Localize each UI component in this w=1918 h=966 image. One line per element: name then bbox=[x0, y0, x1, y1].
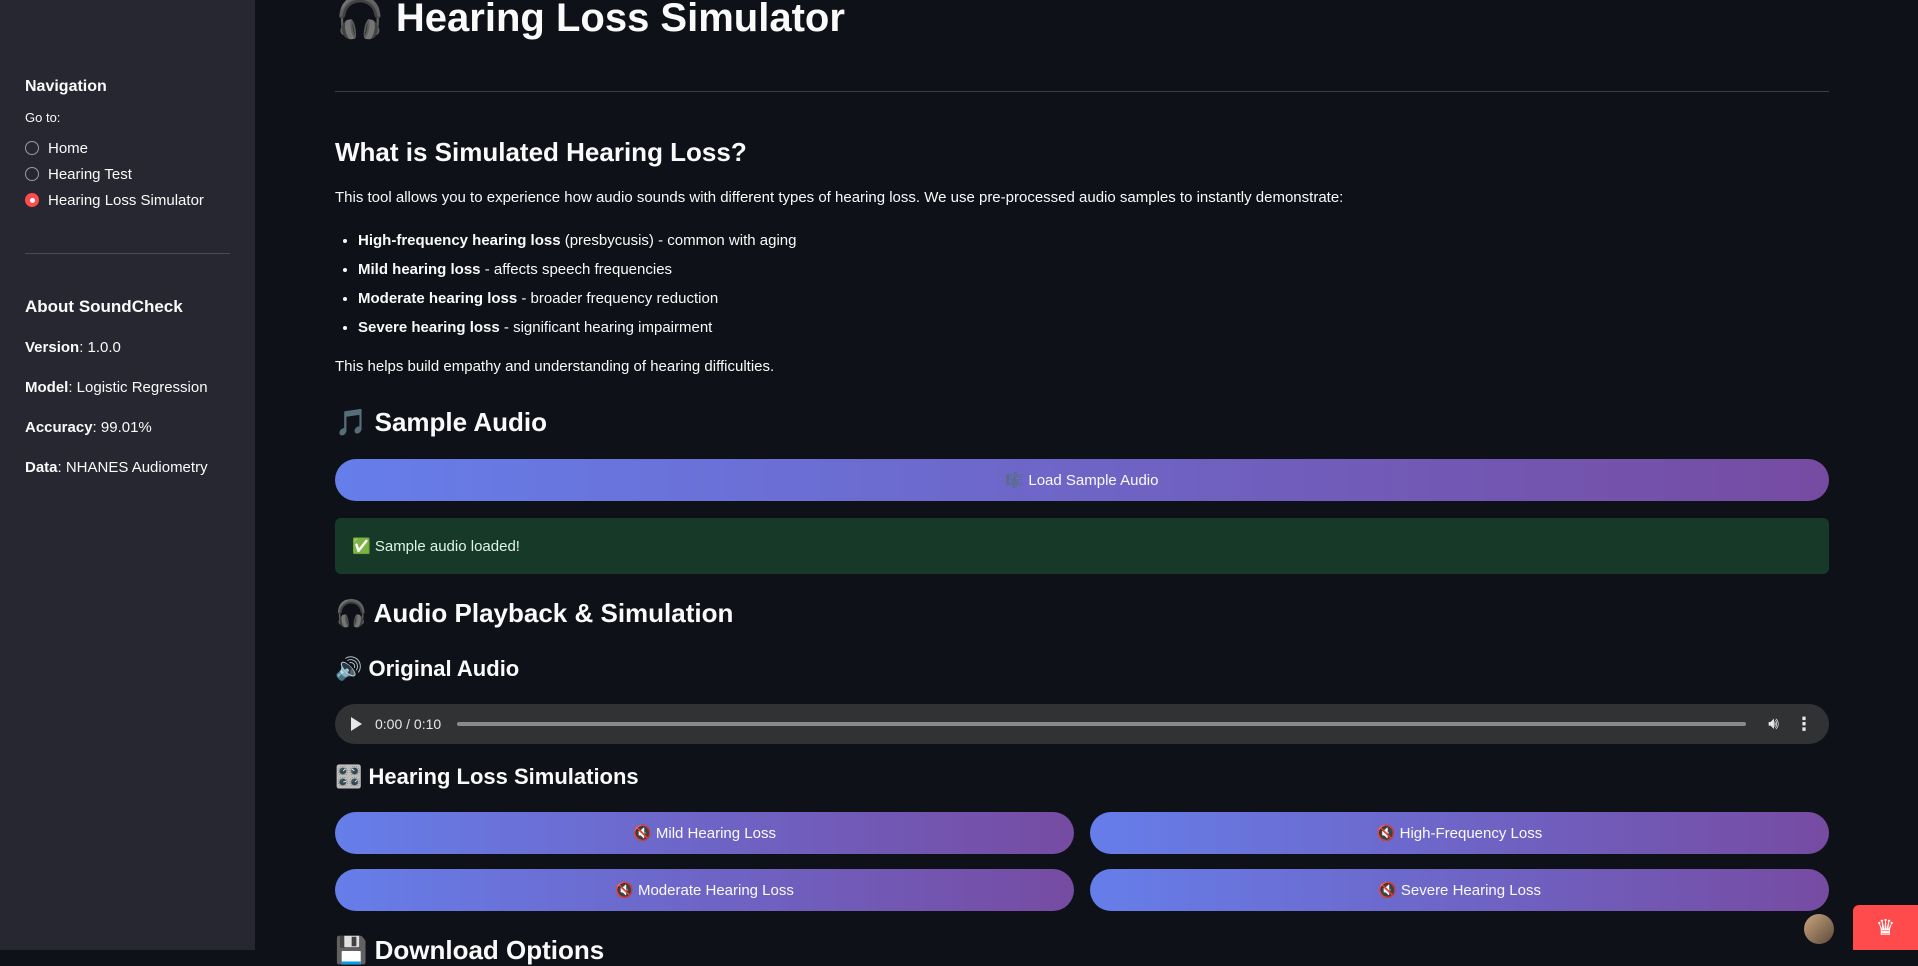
audio-player[interactable]: 0:00 / 0:10 🔊︎ ⋮ bbox=[335, 704, 1829, 744]
severe-hearing-loss-button[interactable]: 🔇 Severe Hearing Loss bbox=[1090, 869, 1829, 911]
sidebar: Navigation Go to: Home Hearing Test Hear… bbox=[0, 0, 255, 950]
page-title: 🎧 Hearing Loss Simulator bbox=[335, 0, 845, 40]
list-item: High-frequency hearing loss (presbycusis… bbox=[358, 228, 796, 257]
nav-option-hearing-test[interactable]: Hearing Test bbox=[25, 161, 230, 187]
original-audio-heading: 🔊 Original Audio bbox=[335, 656, 520, 681]
nav-radio-group: Home Hearing Test Hearing Loss Simulator bbox=[25, 135, 230, 213]
about-value: : 1.0.0 bbox=[79, 339, 121, 356]
empathy-text: This helps build empathy and understandi… bbox=[335, 358, 775, 375]
progress-track[interactable] bbox=[457, 722, 1747, 726]
bullet-text: - affects speech frequencies bbox=[480, 261, 673, 278]
radio-selected-icon[interactable] bbox=[25, 193, 39, 207]
bullet-text: - broader frequency reduction bbox=[517, 290, 719, 307]
list-item: Severe hearing loss - significant hearin… bbox=[358, 315, 796, 344]
list-item: Mild hearing loss - affects speech frequ… bbox=[358, 257, 796, 286]
nav-option-label: Home bbox=[48, 139, 89, 157]
about-accuracy: Accuracy: 99.01% bbox=[25, 419, 230, 436]
nav-option-label: Hearing Test bbox=[48, 165, 132, 183]
intro-text: This tool allows you to experience how a… bbox=[335, 189, 1344, 206]
sidebar-divider bbox=[25, 253, 230, 254]
simulations-heading: 🎛️ Hearing Loss Simulations bbox=[335, 764, 639, 789]
radio-unselected-icon[interactable] bbox=[25, 141, 39, 155]
mild-hearing-loss-button[interactable]: 🔇 Mild Hearing Loss bbox=[335, 812, 1074, 854]
download-heading: 💾 Download Options bbox=[335, 935, 605, 965]
player-time: 0:00 / 0:10 bbox=[375, 716, 442, 732]
about-heading: About SoundCheck bbox=[25, 297, 183, 316]
high-frequency-loss-button[interactable]: 🔇 High-Frequency Loss bbox=[1090, 812, 1829, 854]
crown-icon[interactable]: ♛ bbox=[1853, 905, 1918, 950]
title-divider bbox=[335, 91, 1829, 92]
success-alert: ✅ Sample audio loaded! bbox=[335, 518, 1829, 574]
about-version: Version: 1.0.0 bbox=[25, 339, 230, 356]
about-label: Model bbox=[25, 379, 69, 396]
avatar[interactable] bbox=[1804, 914, 1834, 944]
nav-option-hearing-loss-simulator[interactable]: Hearing Loss Simulator bbox=[25, 187, 230, 213]
list-item: Moderate hearing loss - broader frequenc… bbox=[358, 286, 796, 315]
moderate-hearing-loss-button[interactable]: 🔇 Moderate Hearing Loss bbox=[335, 869, 1074, 911]
about-value: : Logistic Regression bbox=[68, 379, 208, 396]
playback-heading: 🎧 Audio Playback & Simulation bbox=[335, 598, 734, 628]
more-options-icon[interactable]: ⋮ bbox=[1795, 714, 1813, 735]
nav-option-home[interactable]: Home bbox=[25, 135, 230, 161]
about-value: : NHANES Audiometry bbox=[57, 459, 208, 476]
play-icon[interactable] bbox=[351, 717, 362, 731]
success-message: ✅ Sample audio loaded! bbox=[352, 538, 520, 555]
what-heading: What is Simulated Hearing Loss? bbox=[335, 137, 747, 167]
about-data: Data: NHANES Audiometry bbox=[25, 459, 230, 476]
goto-label: Go to: bbox=[25, 110, 61, 125]
bullet-bold: Moderate hearing loss bbox=[358, 290, 518, 307]
radio-unselected-icon[interactable] bbox=[25, 167, 39, 181]
bullet-bold: High-frequency hearing loss bbox=[358, 232, 561, 249]
navigation-heading: Navigation bbox=[25, 78, 107, 95]
bullet-text: (presbycusis) - common with aging bbox=[560, 232, 797, 249]
bullet-bold: Mild hearing loss bbox=[358, 261, 481, 278]
bullet-bold: Severe hearing loss bbox=[358, 319, 500, 336]
about-model: Model: Logistic Regression bbox=[25, 379, 230, 396]
nav-option-label: Hearing Loss Simulator bbox=[48, 191, 204, 209]
about-label: Version bbox=[25, 339, 80, 356]
about-label: Data bbox=[25, 459, 58, 476]
volume-icon[interactable]: 🔊︎ bbox=[1768, 714, 1779, 734]
sample-heading: 🎵 Sample Audio bbox=[335, 407, 547, 437]
about-label: Accuracy bbox=[25, 419, 93, 436]
load-sample-button[interactable]: 🎼 Load Sample Audio bbox=[335, 459, 1829, 501]
loss-types-list: High-frequency hearing loss (presbycusis… bbox=[335, 228, 796, 344]
about-value: : 99.01% bbox=[92, 419, 152, 436]
bullet-text: - significant hearing impairment bbox=[499, 319, 713, 336]
